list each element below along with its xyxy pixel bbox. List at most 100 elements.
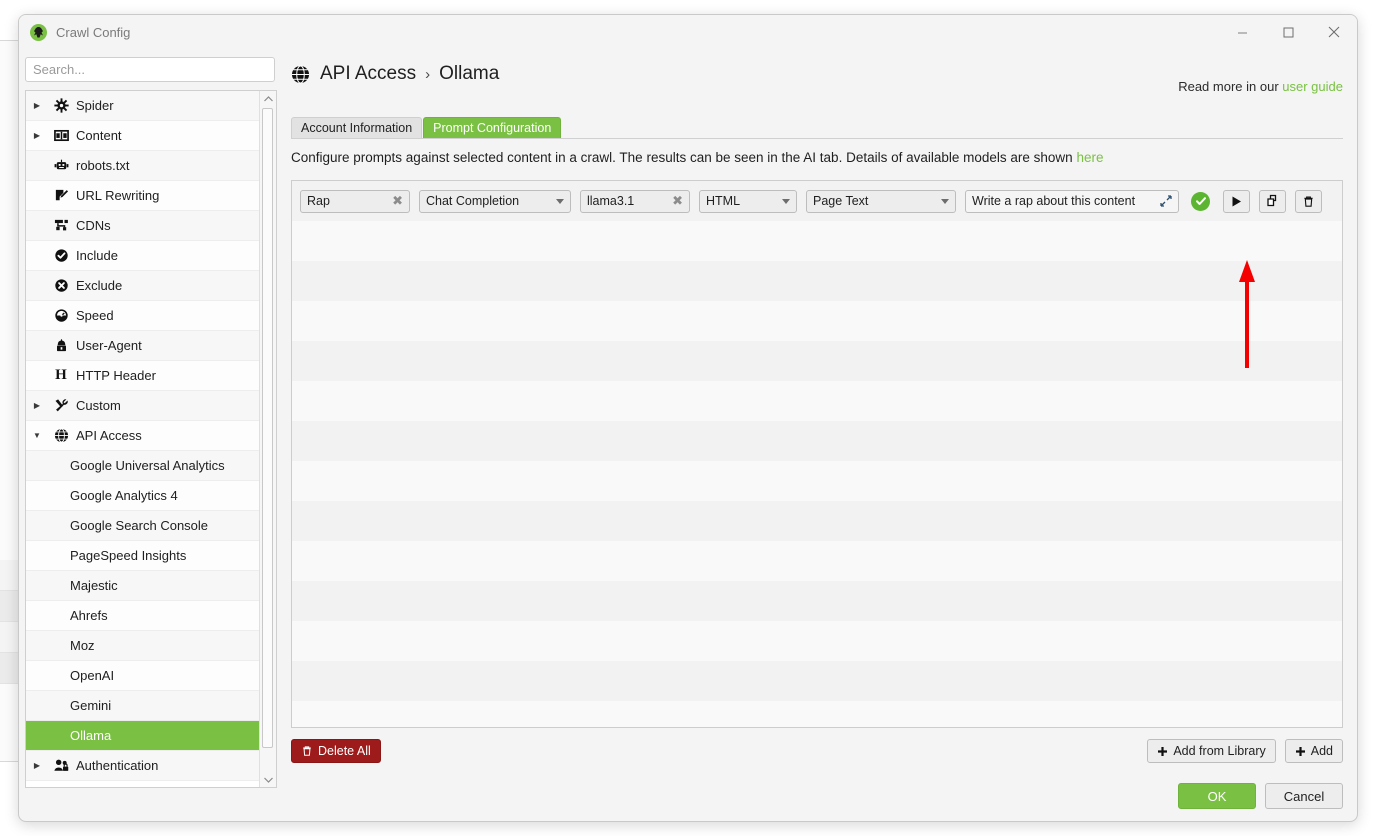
sidebar-item-label: robots.txt (74, 158, 129, 173)
prompt-text-field[interactable]: Write a rap about this content (965, 190, 1179, 213)
sidebar-item-label: Ollama (26, 728, 111, 743)
title-bar: Crawl Config (19, 15, 1357, 49)
sidebar-item-ollama[interactable]: Ollama (26, 721, 259, 751)
dialog-footer: OK Cancel (1178, 783, 1343, 809)
breadcrumb-root[interactable]: API Access (320, 63, 416, 85)
breadcrumb-current: Ollama (439, 63, 499, 85)
sidebar-item-gemini[interactable]: Gemini (26, 691, 259, 721)
table-row-empty (292, 461, 1342, 501)
delete-prompt-button[interactable] (1295, 190, 1322, 213)
sidebar-item-label: CDNs (74, 218, 111, 233)
sidebar-item-google-universal-analytics[interactable]: Google Universal Analytics (26, 451, 259, 481)
model-value: llama3.1 (587, 194, 666, 208)
sidebar-scrollbar[interactable] (259, 91, 276, 787)
table-row-empty (292, 341, 1342, 381)
cancel-button[interactable]: Cancel (1265, 783, 1343, 809)
delete-all-button[interactable]: Delete All (291, 739, 381, 763)
maximize-icon[interactable] (1265, 15, 1311, 49)
add-button[interactable]: Add (1285, 739, 1343, 763)
sidebar-item-robots-txt[interactable]: robots.txt (26, 151, 259, 181)
sidebar-item-label: Google Universal Analytics (26, 458, 225, 473)
close-icon[interactable] (1311, 15, 1357, 49)
minimize-icon[interactable] (1219, 15, 1265, 49)
models-here-link[interactable]: here (1076, 150, 1103, 165)
sidebar-item-label: Content (74, 128, 122, 143)
main-panel: API Access › Ollama Read more in our use… (291, 57, 1343, 765)
table-row-empty (292, 541, 1342, 581)
sidebar-item-label: Authentication (74, 758, 158, 773)
spider-icon (30, 24, 47, 41)
scrollbar-thumb[interactable] (262, 108, 273, 748)
read-more-text: Read more in our user guide (1178, 79, 1343, 94)
clear-icon[interactable]: ✖ (672, 193, 683, 209)
tab-prompt-configuration[interactable]: Prompt Configuration (423, 117, 561, 138)
chevron-down-icon[interactable]: ▼ (26, 431, 48, 440)
chevron-right-icon[interactable]: ▶ (26, 761, 48, 770)
sidebar-item-spider[interactable]: ▶ Spider (26, 91, 259, 121)
scroll-down-icon[interactable] (260, 772, 276, 787)
sidebar-item-label: Gemini (26, 698, 111, 713)
sidebar-item-custom[interactable]: ▶Custom (26, 391, 259, 421)
crawl-config-dialog: Crawl Config ▶ Spider ▶ Content robots.txt UR… (18, 14, 1358, 822)
sidebar-item-openai[interactable]: OpenAI (26, 661, 259, 691)
sidebar-item-authentication[interactable]: ▶ Authentication (26, 751, 259, 781)
sidebar-item-pagespeed-insights[interactable]: PageSpeed Insights (26, 541, 259, 571)
sidebar-item-google-analytics-4[interactable]: Google Analytics 4 (26, 481, 259, 511)
sidebar-item-label: Spider (74, 98, 114, 113)
chevron-down-icon (941, 199, 949, 204)
sidebar-item-cdns[interactable]: CDNs (26, 211, 259, 241)
table-row-empty (292, 501, 1342, 541)
sidebar-item-label: Google Analytics 4 (26, 488, 178, 503)
sidebar-item-api-access[interactable]: ▼ API Access (26, 421, 259, 451)
globe-icon (291, 65, 310, 84)
sidebar-item-exclude[interactable]: Exclude (26, 271, 259, 301)
user-guide-link[interactable]: user guide (1282, 79, 1343, 94)
chevron-right-icon[interactable]: ▶ (26, 131, 48, 140)
add-from-library-button[interactable]: Add from Library (1147, 739, 1275, 763)
prompt-text-value: Write a rap about this content (972, 194, 1154, 208)
sidebar-item-include[interactable]: Include (26, 241, 259, 271)
user-agent-icon (48, 338, 74, 353)
settings-tree-list: ▶ Spider ▶ Content robots.txt URL Rewriting CD… (26, 91, 259, 787)
table-row[interactable]: Rap ✖ Chat Completion llama3.1 ✖ HTML Pa… (292, 181, 1342, 221)
content-select[interactable]: Page Text (806, 190, 956, 213)
tab-account-information[interactable]: Account Information (291, 117, 422, 138)
gauge-icon (48, 308, 74, 323)
duplicate-prompt-button[interactable] (1259, 190, 1286, 213)
sidebar-item-moz[interactable]: Moz (26, 631, 259, 661)
expand-icon[interactable] (1160, 195, 1172, 207)
sidebar-item-url-rewriting[interactable]: URL Rewriting (26, 181, 259, 211)
sidebar-item-label: Ahrefs (26, 608, 108, 623)
sidebar-item-content[interactable]: ▶ Content (26, 121, 259, 151)
model-field[interactable]: llama3.1 ✖ (580, 190, 690, 213)
ok-button[interactable]: OK (1178, 783, 1256, 809)
scroll-up-icon[interactable] (260, 91, 276, 106)
clear-icon[interactable]: ✖ (392, 193, 403, 209)
sidebar-item-label: Exclude (74, 278, 122, 293)
breadcrumb-separator: › (425, 66, 430, 83)
sidebar-item-http-header[interactable]: HHTTP Header (26, 361, 259, 391)
prompt-name-field[interactable]: Rap ✖ (300, 190, 410, 213)
plus-icon (1295, 746, 1306, 757)
sidebar-item-majestic[interactable]: Majestic (26, 571, 259, 601)
sidebar-item-ahrefs[interactable]: Ahrefs (26, 601, 259, 631)
table-row-empty (292, 381, 1342, 421)
chevron-right-icon[interactable]: ▶ (26, 401, 48, 410)
robot-icon (48, 158, 74, 173)
chevron-right-icon[interactable]: ▶ (26, 101, 48, 110)
sidebar-item-label: Speed (74, 308, 114, 323)
sidebar-item-label: API Access (74, 428, 142, 443)
completion-type-select[interactable]: Chat Completion (419, 190, 571, 213)
sidebar-item-google-search-console[interactable]: Google Search Console (26, 511, 259, 541)
search-input[interactable] (25, 57, 275, 82)
run-prompt-button[interactable] (1223, 190, 1250, 213)
sitemap-icon (48, 218, 74, 233)
sidebar-item-label: HTTP Header (74, 368, 156, 383)
sidebar-item-user-agent[interactable]: User-Agent (26, 331, 259, 361)
format-select[interactable]: HTML (699, 190, 797, 213)
table-row-empty (292, 621, 1342, 661)
status-badge (1191, 192, 1210, 211)
prompt-name-value: Rap (307, 194, 386, 208)
sidebar-item-speed[interactable]: Speed (26, 301, 259, 331)
completion-type-value: Chat Completion (426, 194, 550, 208)
